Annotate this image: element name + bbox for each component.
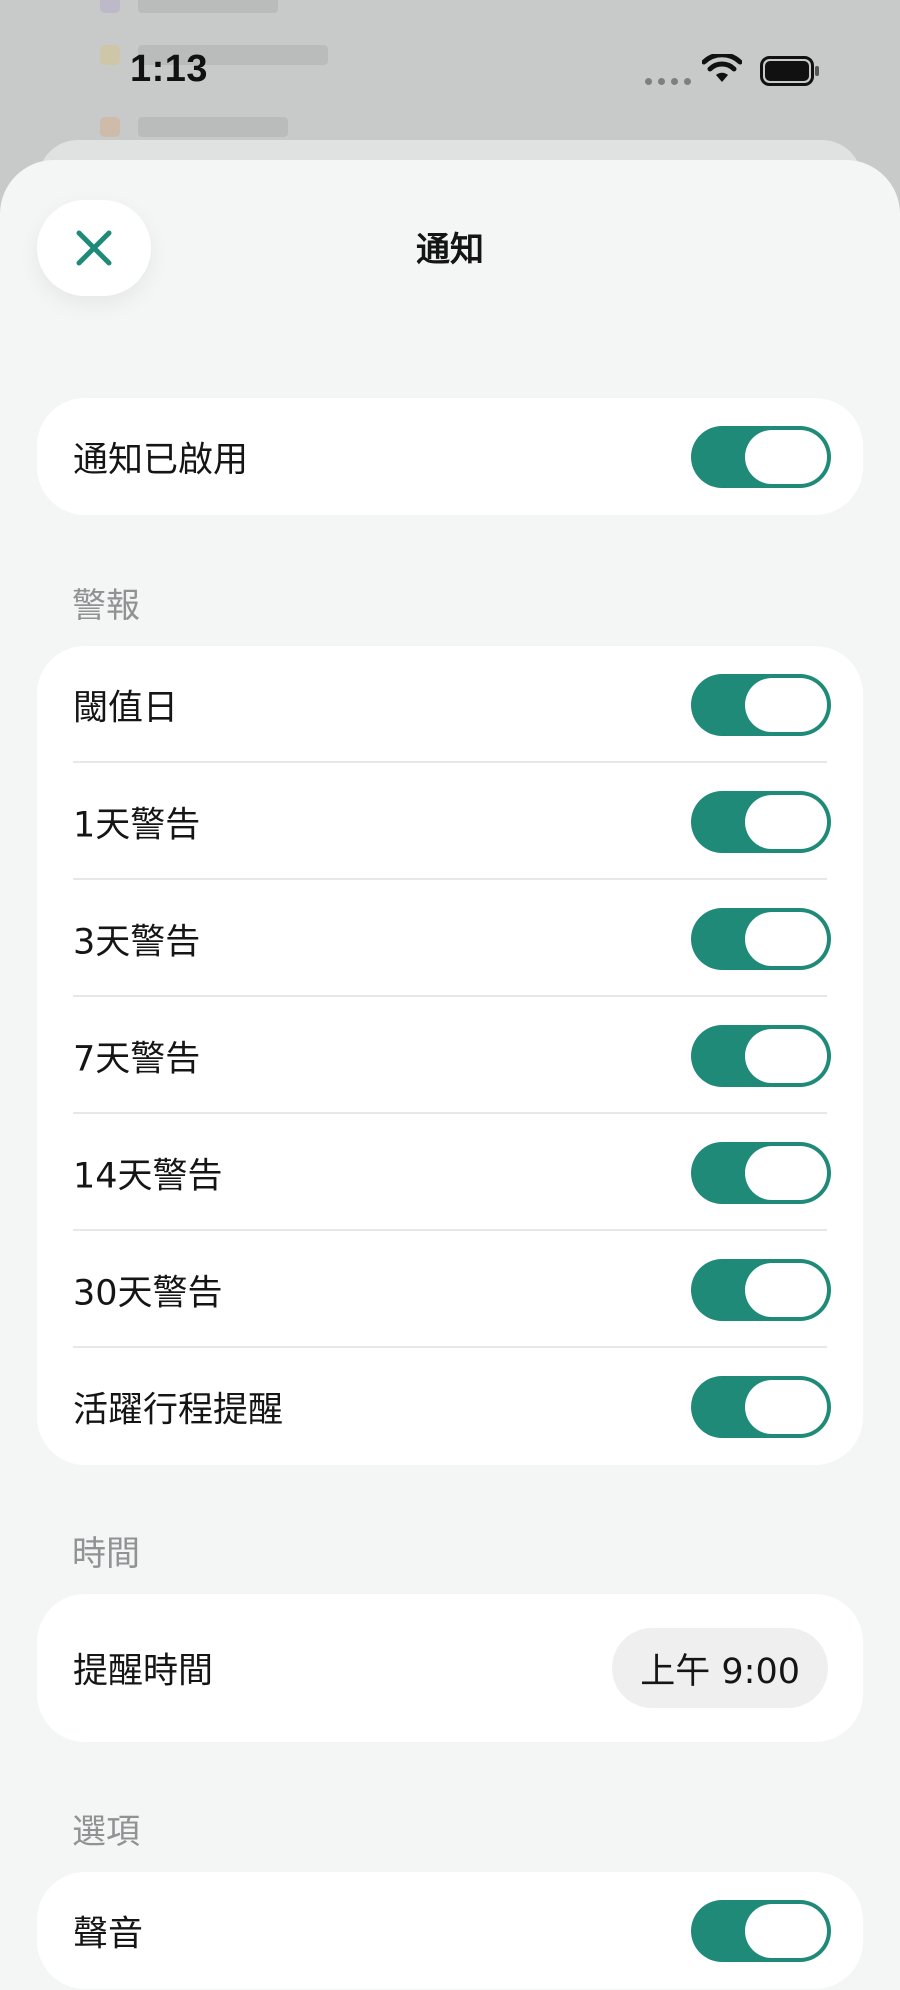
- alert-label: 14天警告: [73, 1156, 223, 1196]
- battery-icon: [760, 56, 819, 86]
- status-bar: 1:13: [0, 0, 900, 140]
- alert-row-threshold-day: 閾值日: [37, 646, 863, 763]
- options-section-title: 選項: [72, 1812, 140, 1852]
- alert-label: 3天警告: [73, 922, 201, 962]
- reminder-time-row: 提醒時間 上午 9:00: [37, 1594, 863, 1742]
- reminder-time-label: 提醒時間: [73, 1651, 214, 1692]
- alerts-card: 閾值日 1天警告 3天警告 7天警告 14天警告 30天警告 活躍行程提醒: [37, 646, 863, 1465]
- active-trip-reminder-toggle[interactable]: [691, 1375, 831, 1438]
- sound-row: 聲音: [37, 1872, 863, 1989]
- time-card: 提醒時間 上午 9:00: [37, 1594, 863, 1742]
- cellular-signal-icon: [645, 78, 691, 85]
- alert-label: 閾值日: [73, 688, 179, 728]
- alert-label: 7天警告: [73, 1039, 201, 1079]
- alert-row-30-day: 30天警告: [37, 1231, 863, 1348]
- notifications-sheet: 通知 通知已啟用 警報 閾值日 1天警告 3天警告 7天警告 14天警告 30天…: [0, 160, 900, 1990]
- threshold-day-toggle[interactable]: [691, 673, 831, 736]
- reminder-time-picker[interactable]: 上午 9:00: [612, 1628, 828, 1708]
- notifications-enabled-label: 通知已啟用: [73, 440, 249, 480]
- alert-row-14-day: 14天警告: [37, 1114, 863, 1231]
- alert-label: 30天警告: [73, 1273, 223, 1313]
- time-section-title: 時間: [72, 1534, 140, 1574]
- 3-day-warning-toggle[interactable]: [691, 907, 831, 970]
- 7-day-warning-toggle[interactable]: [691, 1024, 831, 1087]
- status-time: 1:13: [130, 48, 209, 90]
- notifications-enabled-card: 通知已啟用: [37, 398, 863, 515]
- wifi-icon: [702, 54, 742, 82]
- notifications-enabled-row: 通知已啟用: [37, 398, 863, 515]
- alert-row-1-day: 1天警告: [37, 763, 863, 880]
- 30-day-warning-toggle[interactable]: [691, 1258, 831, 1321]
- 14-day-warning-toggle[interactable]: [691, 1141, 831, 1204]
- alert-row-7-day: 7天警告: [37, 997, 863, 1114]
- notifications-enabled-toggle[interactable]: [691, 425, 831, 488]
- alert-label: 1天警告: [73, 805, 201, 845]
- options-card: 聲音: [37, 1872, 863, 1989]
- alert-row-3-day: 3天警告: [37, 880, 863, 997]
- alert-row-active-trip: 活躍行程提醒: [37, 1348, 863, 1465]
- sound-label: 聲音: [73, 1914, 144, 1954]
- sound-toggle[interactable]: [691, 1899, 831, 1962]
- alerts-section-title: 警報: [72, 586, 140, 626]
- 1-day-warning-toggle[interactable]: [691, 790, 831, 853]
- page-title: 通知: [416, 230, 484, 270]
- alert-label: 活躍行程提醒: [73, 1390, 284, 1430]
